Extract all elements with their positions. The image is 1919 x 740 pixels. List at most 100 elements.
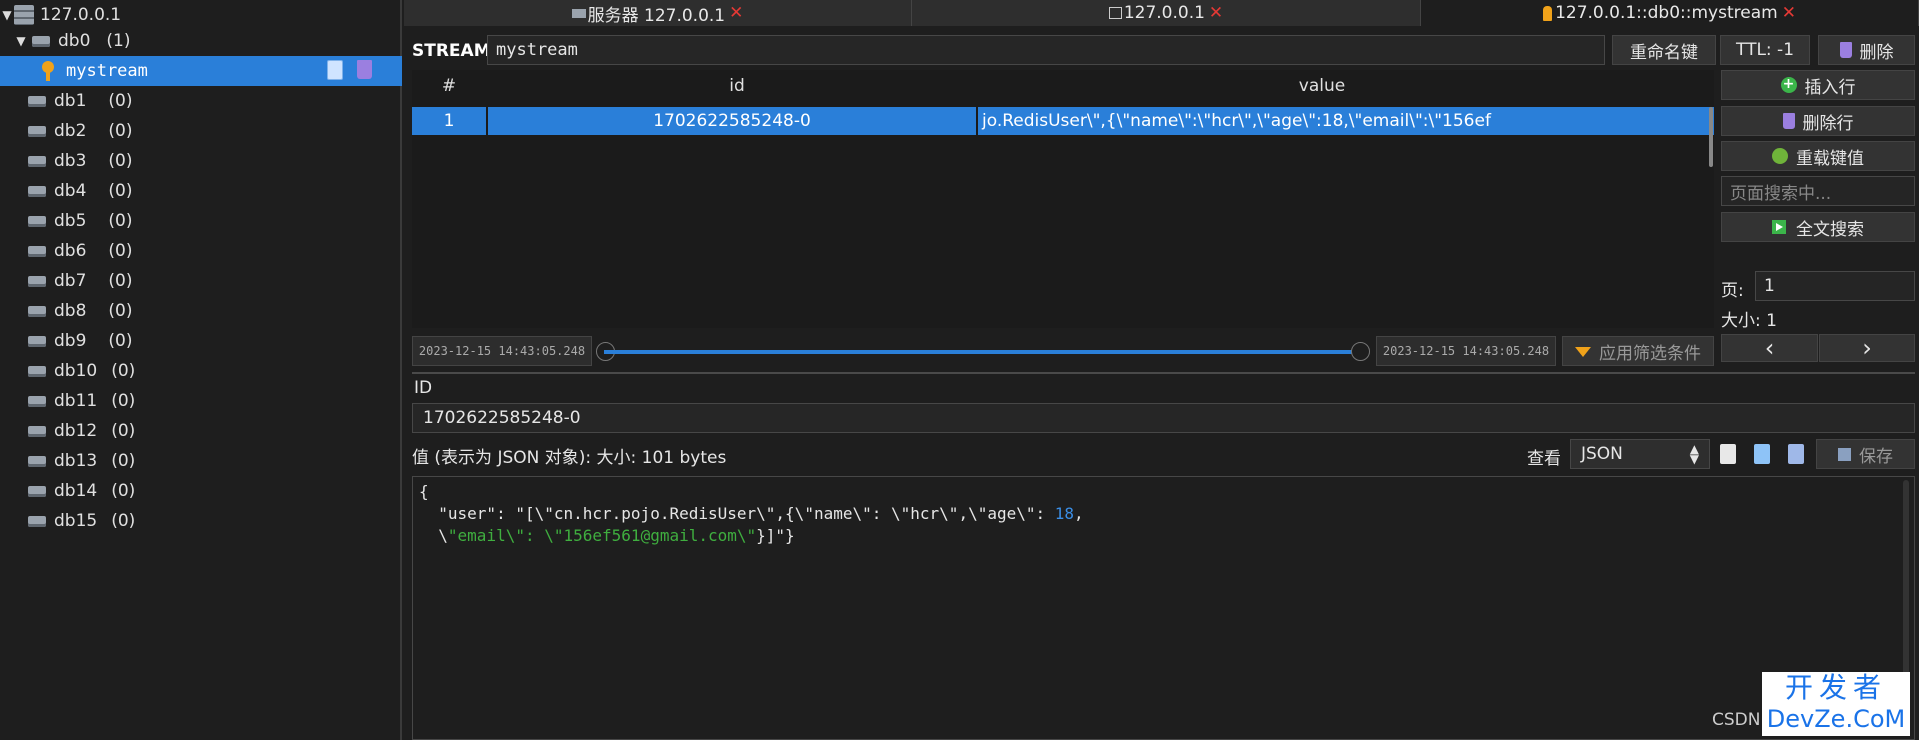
rename-key-label: 重命名键 xyxy=(1630,42,1698,63)
copy-icon[interactable] xyxy=(1720,444,1736,464)
tree-db-node[interactable]: db7 (0) xyxy=(0,266,402,296)
document-icon[interactable] xyxy=(1788,444,1804,464)
close-tab-icon[interactable]: ✕ xyxy=(1782,3,1796,23)
db-count: (0) xyxy=(111,481,136,501)
close-tab-icon[interactable]: ✕ xyxy=(1209,3,1223,23)
key-name-value: mystream xyxy=(496,40,578,60)
tree-db-node[interactable]: db14 (0) xyxy=(0,476,402,506)
tree-db-node[interactable]: db8 (0) xyxy=(0,296,402,326)
db-count: (0) xyxy=(111,391,136,411)
devze-logo: 开发者 DevZe.CoM xyxy=(1762,672,1910,736)
db-name: db2 xyxy=(54,121,87,141)
table-scrollbar[interactable] xyxy=(1709,107,1713,167)
key-name: mystream xyxy=(66,61,148,81)
db-count: (0) xyxy=(111,511,136,531)
tree-db-node[interactable]: db11 (0) xyxy=(0,386,402,416)
key-name-input[interactable]: mystream xyxy=(487,35,1605,65)
expand-arrow-icon[interactable]: ▼ xyxy=(14,34,28,48)
trash-icon xyxy=(1782,113,1795,129)
plus-icon: + xyxy=(1780,77,1797,93)
db-count: (0) xyxy=(108,181,133,201)
db-count: (0) xyxy=(111,451,136,471)
db-name: db13 xyxy=(54,451,98,471)
tree-db-node[interactable]: db10 (0) xyxy=(0,356,402,386)
delete-key-label: 删除 xyxy=(1859,42,1894,63)
tree-db0-node[interactable]: ▼ db0 (1) xyxy=(0,26,402,56)
save-button[interactable]: 保存 xyxy=(1816,439,1915,469)
tree-db-node[interactable]: db1 (0) xyxy=(0,86,402,116)
apply-filter-button[interactable]: 应用筛选条件 xyxy=(1562,336,1714,366)
splitter-handle[interactable] xyxy=(412,372,1915,374)
range-end-handle[interactable] xyxy=(1351,342,1370,361)
insert-row-button[interactable]: + 插入行 xyxy=(1721,70,1915,100)
column-header-num[interactable]: # xyxy=(412,76,486,96)
database-icon xyxy=(28,395,46,407)
tree-db-node[interactable]: db3 (0) xyxy=(0,146,402,176)
column-header-value[interactable]: value xyxy=(1102,76,1542,96)
json-number: 18 xyxy=(1054,504,1075,523)
entry-id-field[interactable]: 1702622585248-0 xyxy=(412,403,1915,433)
tree-db-node[interactable]: db15 (0) xyxy=(0,506,402,536)
row-id: 1702622585248-0 xyxy=(488,107,978,135)
value-size-label: 值 (表示为 JSON 对象): 大小: 101 bytes xyxy=(412,448,727,468)
tree-db-node[interactable]: db4 (0) xyxy=(0,176,402,206)
tree-db-node[interactable]: db13 (0) xyxy=(0,446,402,476)
range-slider-track[interactable] xyxy=(604,350,1354,354)
next-page-button[interactable]: › xyxy=(1819,334,1915,362)
database-icon xyxy=(28,485,46,497)
range-start-field[interactable]: 2023-12-15 14:43:05.248 xyxy=(412,336,592,366)
db-name: db14 xyxy=(54,481,98,501)
delete-row-button[interactable]: 删除行 xyxy=(1721,106,1915,136)
open-key-icon[interactable] xyxy=(327,60,343,80)
db-count: (0) xyxy=(108,301,133,321)
db-count: (0) xyxy=(108,271,133,291)
database-icon xyxy=(28,155,46,167)
delete-key-button[interactable]: 删除 xyxy=(1818,35,1915,65)
table-row[interactable]: 1 1702622585248-0 jo.RedisUser\",{\"name… xyxy=(412,107,1714,135)
reload-icon xyxy=(1772,148,1788,164)
code-view-icon[interactable] xyxy=(1754,444,1770,464)
db-name: db6 xyxy=(54,241,87,261)
json-text: , xyxy=(1074,504,1084,523)
value-editor[interactable]: { "user": "[\"cn.hcr.pojo.RedisUser\",{\… xyxy=(412,476,1915,740)
tree-db-node[interactable]: db12 (0) xyxy=(0,416,402,446)
db-count: (0) xyxy=(108,121,133,141)
column-header-id[interactable]: id xyxy=(488,76,986,96)
tab-console[interactable]: 127.0.0.1 ✕ xyxy=(912,0,1421,26)
db-name: db11 xyxy=(54,391,98,411)
database-icon xyxy=(28,335,46,347)
tree-db-node[interactable]: db6 (0) xyxy=(0,236,402,266)
range-end-value: 2023-12-15 14:43:05.248 xyxy=(1382,344,1550,358)
view-format-select[interactable]: JSON ▲ ▼ xyxy=(1570,439,1710,469)
row-number: 1 xyxy=(412,107,488,135)
tree-db-node[interactable]: db5 (0) xyxy=(0,206,402,236)
database-icon xyxy=(28,365,46,377)
close-tab-icon[interactable]: ✕ xyxy=(729,3,743,23)
tree-db-node[interactable]: db9 (0) xyxy=(0,326,402,356)
ttl-button[interactable]: TTL: -1 xyxy=(1720,35,1810,65)
full-text-search-button[interactable]: 全文搜索 xyxy=(1721,212,1915,242)
delete-key-icon[interactable] xyxy=(357,60,372,79)
page-search-input[interactable]: 页面搜索中... xyxy=(1721,176,1915,206)
tab-server[interactable]: 服务器 127.0.0.1 ✕ xyxy=(404,0,912,26)
range-end-field[interactable]: 2023-12-15 14:43:05.248 xyxy=(1376,336,1556,366)
funnel-icon xyxy=(1575,347,1591,357)
db-count: (0) xyxy=(111,421,136,441)
expand-arrow-icon[interactable]: ▼ xyxy=(0,8,14,22)
entry-id-value: 1702622585248-0 xyxy=(423,408,581,428)
full-text-search-label: 全文搜索 xyxy=(1796,219,1864,240)
rename-key-button[interactable]: 重命名键 xyxy=(1612,35,1716,65)
ttl-label: TTL: -1 xyxy=(1735,40,1795,60)
prev-page-button[interactable]: ‹ xyxy=(1721,334,1818,362)
stream-type-label: STREAM: xyxy=(412,41,498,61)
db-name: db4 xyxy=(54,181,87,201)
tab-key-mystream[interactable]: 127.0.0.1::db0::mystream ✕ xyxy=(1421,0,1919,26)
tree-key-mystream[interactable]: mystream xyxy=(0,56,402,86)
tree-db-node[interactable]: db2 (0) xyxy=(0,116,402,146)
db-name: db5 xyxy=(54,211,87,231)
page-number-input[interactable]: 1 xyxy=(1755,271,1915,301)
database-icon xyxy=(28,275,46,287)
csdn-watermark: CSDN xyxy=(1712,710,1761,730)
view-format-value: JSON xyxy=(1581,444,1623,464)
reload-value-button[interactable]: 重载键值 xyxy=(1721,141,1915,171)
